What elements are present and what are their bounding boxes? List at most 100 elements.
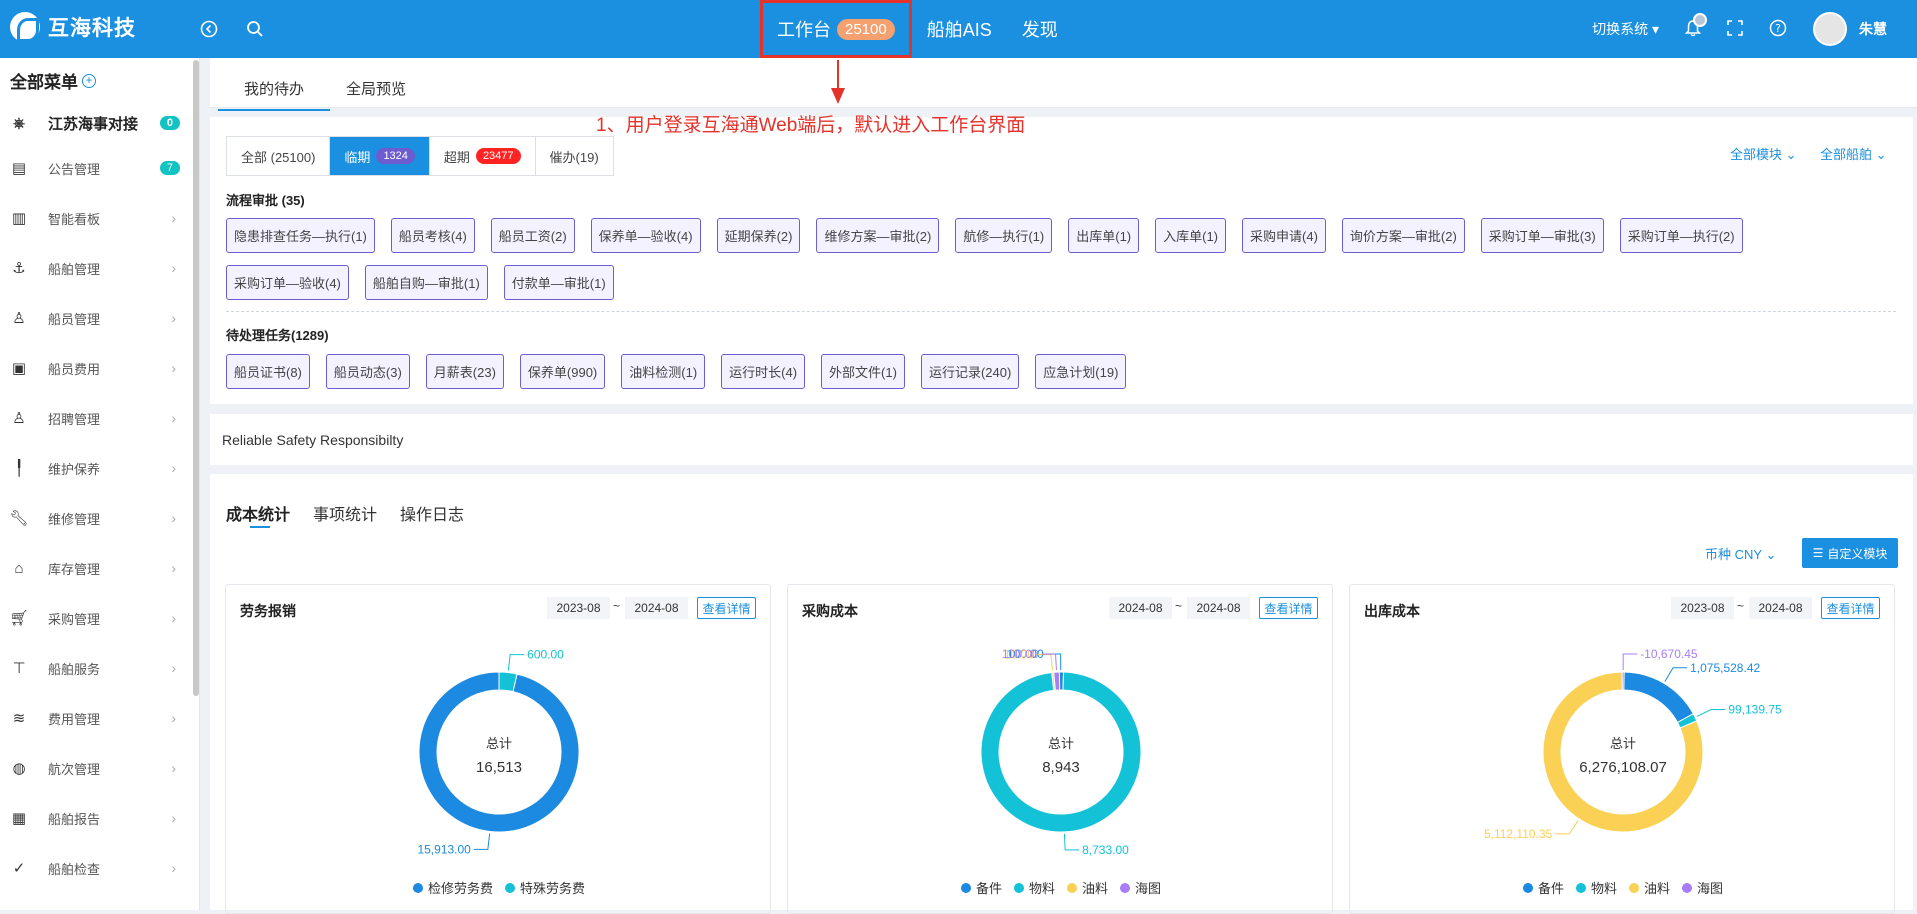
sidebar-item-crew-costs[interactable]: ▣ 船员费用 ›: [0, 353, 190, 383]
tasks-chip[interactable]: 保养单(990): [519, 354, 606, 389]
tab-operation-log[interactable]: 操作日志: [400, 501, 464, 525]
sidebar-item-inventory[interactable]: ⌂ 库存管理 ›: [0, 553, 190, 583]
tasks-chip[interactable]: 油料检测(1): [621, 354, 706, 389]
sidebar-item-repair[interactable]: 🔧︎ 维修管理 ›: [0, 503, 190, 533]
help-icon[interactable]: ?: [1769, 19, 1787, 40]
chevron-right-icon: ›: [171, 260, 176, 276]
approval-chip[interactable]: 维修方案—审批(2): [816, 218, 940, 253]
tab-global-overview[interactable]: 全局预览: [346, 78, 406, 99]
start-date-field[interactable]: 2023-08: [1671, 597, 1734, 619]
start-date-field[interactable]: 2024-08: [1109, 597, 1172, 619]
user-name[interactable]: 朱慧: [1859, 19, 1887, 39]
custom-module-button[interactable]: ☰ 自定义模块: [1802, 538, 1898, 568]
view-details-button[interactable]: 查看详情: [697, 597, 756, 619]
nav-ship-ais[interactable]: 船舶AIS: [927, 16, 992, 42]
approval-chip[interactable]: 延期保养(2): [716, 218, 801, 253]
legend-item[interactable]: 备件: [1522, 878, 1564, 897]
approval-chip[interactable]: 采购订单—执行(2): [1619, 218, 1743, 253]
sidebar-item-dashboard[interactable]: ▥ 智能看板 ›: [0, 203, 190, 233]
fullscreen-icon[interactable]: [1727, 19, 1743, 39]
sidebar-item-recruiting[interactable]: ♙ 招聘管理 ›: [0, 403, 190, 433]
donut-slice-3[interactable]: [1621, 671, 1625, 691]
sidebar-item-maintenance[interactable]: ╿ 维护保养 ›: [0, 453, 190, 483]
legend-swatch: [1682, 882, 1693, 893]
legend-item[interactable]: 油料: [1067, 878, 1108, 897]
sidebar-item-ships[interactable]: ⚓ 船舶管理 ›: [0, 253, 190, 283]
sidebar-item-label: 船舶管理: [48, 261, 101, 277]
sidebar-scrollbar[interactable]: [193, 60, 199, 696]
approval-chip[interactable]: 隐患排查任务—执行(1): [226, 218, 375, 253]
approval-chip[interactable]: 入库单(1): [1155, 218, 1227, 253]
donut-slice-3[interactable]: [1053, 671, 1061, 691]
switch-system-button[interactable]: 切换系统 ▾: [1592, 19, 1659, 39]
donut-slice-1[interactable]: [980, 671, 1142, 833]
tasks-chip[interactable]: 月薪表(23): [425, 354, 504, 389]
approval-chip[interactable]: 船员工资(2): [490, 218, 575, 253]
approval-chip[interactable]: 航修—执行(1): [955, 218, 1053, 253]
approval-chip[interactable]: 付款单—审批(1): [503, 265, 614, 300]
legend-item[interactable]: 海图: [1682, 878, 1723, 897]
approval-chip[interactable]: 船舶自购—审批(1): [364, 265, 488, 300]
approval-chip[interactable]: 采购订单—审批(3): [1480, 218, 1604, 253]
tasks-chip[interactable]: 船员动态(3): [325, 354, 410, 389]
approval-chip[interactable]: 船员考核(4): [390, 218, 475, 253]
sidebar-item-expenses[interactable]: ≋ 费用管理 ›: [0, 703, 190, 733]
end-date-field[interactable]: 2024-08: [1749, 597, 1812, 619]
nav-discover[interactable]: 发现: [1022, 16, 1058, 42]
bell-icon[interactable]: [1684, 12, 1707, 40]
search-icon[interactable]: [243, 17, 267, 41]
donut-slice-0[interactable]: [1622, 671, 1694, 724]
end-date-field[interactable]: 2024-08: [1187, 597, 1250, 619]
legend-item[interactable]: 检修劳务费: [412, 878, 493, 897]
filter-tab-overdue[interactable]: 超期 23477: [430, 137, 536, 175]
all-ships-dropdown[interactable]: 全部船舶 ⌄: [1820, 144, 1887, 163]
start-date-field[interactable]: 2023-08: [547, 597, 610, 619]
legend-item[interactable]: 油料: [1629, 878, 1670, 897]
tasks-chip[interactable]: 运行记录(240): [920, 354, 1020, 389]
add-menu-icon[interactable]: +: [82, 73, 96, 88]
filter-tab-near-due[interactable]: 临期 1324: [330, 137, 430, 175]
legend-label: 物料: [1028, 881, 1055, 896]
sidebar-item-announcements[interactable]: ▤ 公告管理 7: [0, 153, 190, 183]
sidebar-item-ship-inspection[interactable]: ✓ 船舶检查 ›: [0, 853, 190, 883]
chevron-right-icon: ›: [171, 510, 176, 526]
end-date-field[interactable]: 2024-08: [625, 597, 688, 619]
sidebar-item-ship-reports[interactable]: ▦ 船舶报告 ›: [0, 803, 190, 833]
back-circle-icon[interactable]: [197, 17, 221, 41]
tab-item-stats[interactable]: 事项统计: [313, 501, 377, 525]
approval-chip[interactable]: 出库单(1): [1068, 218, 1140, 253]
approval-chip[interactable]: 采购申请(4): [1242, 218, 1326, 253]
legend-swatch: [1575, 882, 1586, 893]
filter-tab-all[interactable]: 全部 (25100): [227, 137, 331, 175]
logo[interactable]: 互海科技: [10, 12, 136, 42]
approval-chip[interactable]: 采购订单—验收(4): [226, 265, 349, 300]
tasks-chip[interactable]: 运行时长(4): [721, 354, 806, 389]
view-details-button[interactable]: 查看详情: [1259, 597, 1318, 619]
currency-dropdown[interactable]: 币种 CNY ⌄: [1705, 544, 1776, 563]
legend-item[interactable]: 备件: [960, 878, 1002, 897]
legend-item[interactable]: 海图: [1120, 878, 1161, 897]
tasks-chip[interactable]: 应急计划(19): [1035, 354, 1127, 389]
sidebar-item-crew[interactable]: ♙ 船员管理 ›: [0, 303, 190, 333]
slice-value-label: 600.00: [527, 648, 564, 662]
approval-chip[interactable]: 保养单—验收(4): [590, 218, 701, 253]
legend-item[interactable]: 物料: [1013, 878, 1055, 897]
cost-card: 采购成本 2024-08 ~2024-08 查看详情 100.00 8,733.00 10.…: [787, 584, 1333, 914]
donut-slice-0[interactable]: [418, 671, 580, 833]
filter-tab-urge[interactable]: 催办(19): [536, 137, 613, 175]
sidebar-item-org[interactable]: ⎈ 江苏海事对接 0: [0, 108, 190, 138]
tasks-chip[interactable]: 外部文件(1): [821, 354, 905, 389]
legend-item[interactable]: 特殊劳务费: [505, 878, 585, 897]
view-details-button[interactable]: 查看详情: [1821, 597, 1880, 619]
sidebar-item-ship-services[interactable]: ⊤ 船舶服务 ›: [0, 653, 190, 683]
legend-item[interactable]: 物料: [1575, 878, 1617, 897]
nav-workbench[interactable]: 工作台 25100: [760, 0, 912, 58]
tasks-chip[interactable]: 船员证书(8): [226, 354, 310, 389]
all-modules-dropdown[interactable]: 全部模块 ⌄: [1730, 144, 1797, 163]
tab-my-todos[interactable]: 我的待办: [218, 78, 330, 111]
tab-cost-stats[interactable]: 成本统计: [226, 501, 290, 525]
avatar[interactable]: [1813, 12, 1847, 46]
sidebar-item-voyages[interactable]: ◍ 航次管理 ›: [0, 753, 190, 783]
sidebar-item-purchasing[interactable]: 🛒︎ 采购管理 ›: [0, 603, 190, 633]
approval-chip[interactable]: 询价方案—审批(2): [1341, 218, 1465, 253]
